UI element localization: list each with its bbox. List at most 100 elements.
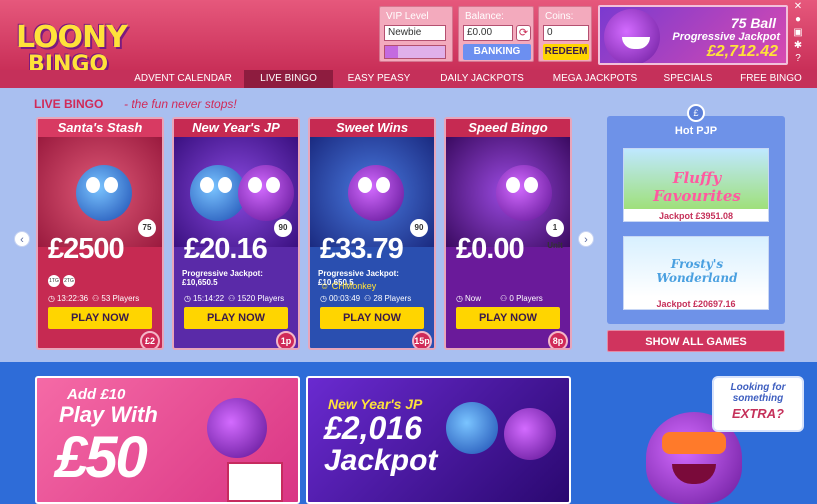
progressive-jackpot-text: Progressive Jackpot: £10,650.5 [182,269,263,287]
vip-label: VIP Level [386,11,429,22]
lock-icon[interactable]: ▣ [792,26,804,39]
nav-easy-peasy[interactable]: EASY PEASY [336,70,422,88]
looking-for-extra-bubble[interactable]: Looking for something EXTRA? [712,376,804,432]
main-nav: ADVENT CALENDAR LIVE BINGO EASY PEASY DA… [0,70,817,88]
room-mascot-image [76,165,132,221]
close-icon[interactable]: ✕ [792,0,804,13]
pjp-game-frostys-wonderland[interactable]: Frosty's Wonderland Jackpot £20697.16 [623,236,769,310]
show-all-games-button[interactable]: SHOW ALL GAMES [607,330,785,352]
redeem-button[interactable]: REDEEM [543,44,589,60]
play-now-button[interactable]: PLAY NOW [48,307,152,329]
ticket-price-badge: £2 [140,331,160,348]
coins-label: Coins: [545,11,574,22]
room-card-speed-bingo[interactable]: Speed Bingo 1 Unit £0.00 ◷ Now ⚇ 0 Player… [444,117,572,350]
clock-icon: ◷ [48,294,55,303]
ball-1tg: 1TG [48,275,60,287]
extra-line-1: Looking for something [730,382,786,404]
players-icon: ⚇ [364,294,372,303]
players-icon: ⚇ [92,294,100,303]
promo-new-years-jp[interactable]: New Year's JP £2,016 Jackpot [306,376,571,504]
nav-daily-jackpots[interactable]: DAILY JACKPOTS [425,70,539,88]
nav-advent-calendar[interactable]: ADVENT CALENDAR [125,70,241,88]
ball-type-badge: 90 [410,219,428,237]
jackpot-amount: £2,712.42 [706,43,778,60]
hot-pjp-title: Hot PJP [674,125,718,137]
ball-type-badge: 1 Unit [546,219,564,250]
game-jackpot: Jackpot £3951.08 [658,211,734,221]
ticket-price-badge: 1p [276,331,296,348]
players-icon: ⚇ [500,294,508,303]
nav-live-bingo[interactable]: LIVE BINGO [244,70,333,88]
ball-type-badge: 75 [138,219,156,237]
room-players: 28 Players [373,294,412,303]
promo-line-3: Jackpot [324,444,438,477]
coins-panel: Coins: 0 REDEEM [538,6,592,62]
nav-specials[interactable]: SPECIALS [651,70,725,88]
room-start-time: Now [464,294,481,303]
carousel-next-button[interactable]: › [578,231,594,247]
jackpot-subtitle: Progressive Jackpot [672,31,780,43]
vip-level-value: Newbie [384,25,446,41]
nav-free-bingo[interactable]: FREE BINGO [728,70,814,88]
pjp-game-fluffy-favourites[interactable]: Fluffy Favourites Jackpot £3951.08 [623,148,769,222]
promo-line-1: Add £10 [67,386,126,403]
game-type-balls: 1TG 2TG [48,269,78,287]
promo-line-2: £2,016 [324,410,422,446]
clock-icon: ◷ [320,294,327,303]
section-title: LIVE BINGO [34,97,104,111]
room-host-name: CHMonkey [331,281,377,291]
game-name: Frosty's Wonderland [656,257,738,285]
banking-button[interactable]: BANKING [463,44,531,60]
ball-type-badge: 90 [274,219,292,237]
section-subtitle: - the fun never stops! [124,97,237,111]
balance-value: £0.00 [463,25,513,41]
vip-progress-bar [384,45,446,59]
room-start-time: 15:14:22 [192,294,225,303]
play-now-button[interactable]: PLAY NOW [184,307,288,329]
room-card-santas-stash[interactable]: Santa's Stash 75 £2500 1TG 2TG ◷ 13:22:36 … [36,117,164,350]
room-prize-amount: £33.79 [320,233,404,265]
promo-mascot-image-2 [504,408,556,460]
players-icon: ⚇ [228,294,236,303]
progressive-jackpot-banner[interactable]: 75 Ball Progressive Jackpot £2,712.42 [598,5,788,65]
mascot-mouth [672,464,716,484]
room-mascot-image [496,165,552,221]
room-card-sweet-wins[interactable]: Sweet Wins 90 £33.79 Progressive Jackpot… [308,117,436,350]
room-title: Sweet Wins [310,119,434,137]
ticket-price-badge: 15p [412,331,432,348]
room-card-new-years-jp[interactable]: New Year's JP 90 £20.16 Progressive Jack… [172,117,300,350]
room-prize-amount: £0.00 [456,233,525,265]
room-meta: ◷ Now ⚇ 0 Players [456,294,566,303]
balance-panel: Balance: £0.00 ⟳ BANKING [458,6,534,62]
promo-mascot-image [446,402,498,454]
room-players: 53 Players [101,294,140,303]
promo-add-10-play-with-50[interactable]: Add £10 Play With £50 [35,376,300,504]
jackpot-title: 75 Ball [730,15,776,31]
play-now-button[interactable]: PLAY NOW [320,307,424,329]
extra-line-2: EXTRA? [732,406,784,421]
room-prize-amount: £2500 [48,233,125,265]
vip-progress-fill [385,46,399,58]
nav-mega-jackpots[interactable]: MEGA JACKPOTS [542,70,648,88]
room-players: 0 Players [509,294,543,303]
user-icon[interactable]: ● [792,13,804,26]
gift-box-image [227,462,283,502]
clock-icon: ◷ [456,294,463,303]
gear-icon[interactable]: ✱ [792,39,804,52]
room-meta: ◷ 15:14:22 ⚇ 1520 Players [184,294,294,303]
room-meta: ◷ 00:03:49 ⚇ 28 Players [320,294,430,303]
vip-panel: VIP Level Newbie [379,6,453,62]
room-mascot-image [348,165,404,221]
play-now-button[interactable]: PLAY NOW [456,307,560,329]
hot-pjp-panel: £ Hot PJP Fluffy Favourites Jackpot £395… [607,104,785,324]
side-icon-bar: ✕ ● ▣ ✱ ? [792,0,804,65]
help-icon[interactable]: ? [792,52,804,65]
room-title: New Year's JP [174,119,298,137]
room-start-time: 00:03:49 [328,294,361,303]
promo-line-3: £50 [55,425,148,490]
game-name: Fluffy Favourites [653,169,741,205]
refresh-icon[interactable]: ⟳ [516,25,531,41]
room-players: 1520 Players [237,294,285,303]
carousel-prev-button[interactable]: ‹ [14,231,30,247]
mascot-glasses [662,432,726,454]
